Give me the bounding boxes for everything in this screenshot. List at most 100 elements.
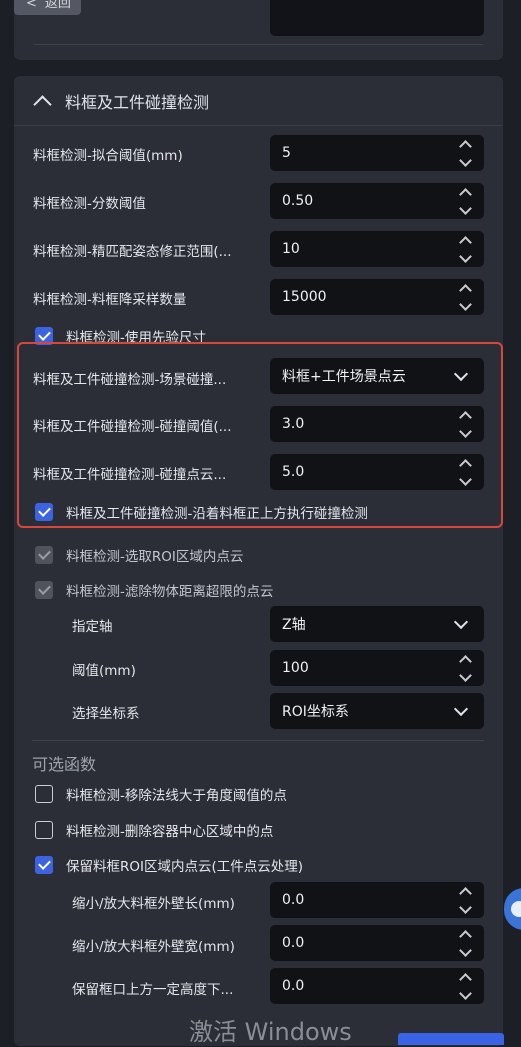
axis-select[interactable]: Z轴 — [270, 606, 484, 642]
chevron-up-icon[interactable] — [458, 410, 472, 424]
panel-header[interactable]: 料框及工件碰撞检测 — [32, 88, 209, 114]
shrink-length-label: 缩小/放大料框外壁长(mm) — [72, 896, 235, 912]
keep-roi-label: 保留料框ROI区域内点云(工件点云处理) — [66, 859, 304, 875]
threshold-input[interactable]: 100 — [270, 650, 484, 686]
chevron-down-icon[interactable] — [453, 701, 469, 717]
keep-height-label: 保留框口上方一定高度下... — [72, 982, 234, 998]
roi-points-checkbox[interactable]: 料框检测-选取ROI区域内点云 — [35, 545, 243, 565]
downsample-count-input[interactable]: 15000 — [270, 279, 484, 315]
coord-system-select[interactable]: ROI坐标系 — [270, 693, 484, 729]
chevron-down-icon[interactable] — [458, 201, 472, 215]
chevron-down-icon[interactable] — [458, 424, 472, 438]
confirm-button[interactable] — [398, 1033, 504, 1045]
chevron-down-icon[interactable] — [458, 943, 472, 957]
chevron-down-icon[interactable] — [458, 986, 472, 1000]
pose-correction-range-value: 10 — [282, 241, 300, 257]
coord-system-label: 选择坐标系 — [72, 706, 140, 722]
chevron-up-icon[interactable] — [458, 972, 472, 986]
stepper[interactable] — [454, 650, 476, 686]
chevron-up-icon[interactable] — [458, 187, 472, 201]
checkbox-checked-icon[interactable] — [35, 856, 53, 874]
floating-assistant-button[interactable] — [504, 888, 521, 930]
chevron-up-icon[interactable] — [33, 94, 52, 114]
scene-collision-select[interactable]: 料框+工件场景点云 — [270, 358, 484, 394]
assistant-icon — [511, 901, 521, 917]
fit-threshold-value: 5 — [282, 145, 291, 161]
stepper[interactable] — [454, 454, 476, 490]
remove-center-checkbox[interactable]: 料框检测-删除容器中心区域中的点 — [35, 820, 273, 840]
stepper[interactable] — [454, 882, 476, 918]
fit-threshold-input[interactable]: 5 — [270, 135, 484, 171]
chevron-down-icon[interactable] — [453, 366, 469, 382]
keep-height-input[interactable]: 0.0 — [270, 968, 484, 1004]
score-threshold-input[interactable]: 0.50 — [270, 183, 484, 219]
fit-threshold-label: 料框检测-拟合阈值(mm) — [33, 148, 183, 164]
shrink-length-value: 0.0 — [282, 892, 305, 908]
axis-label: 指定轴 — [72, 619, 113, 635]
chevron-up-icon[interactable] — [458, 886, 472, 900]
collision-threshold-input[interactable]: 3.0 — [270, 406, 484, 442]
chevron-down-icon[interactable] — [458, 153, 472, 167]
stepper[interactable] — [454, 968, 476, 1004]
shrink-width-input[interactable]: 0.0 — [270, 925, 484, 961]
collision-threshold-value: 3.0 — [282, 416, 305, 432]
stepper[interactable] — [454, 231, 476, 267]
coord-system-value: ROI坐标系 — [282, 704, 349, 720]
section-divider — [32, 740, 484, 741]
stepper[interactable] — [454, 135, 476, 171]
checkbox-checked-icon[interactable] — [35, 546, 53, 564]
threshold-value: 100 — [282, 660, 309, 676]
checkbox-checked-icon[interactable] — [35, 581, 53, 599]
filter-distance-checkbox[interactable]: 料框检测-滤除物体距离超限的点云 — [35, 580, 273, 600]
remove-normals-checkbox[interactable]: 料框检测-移除法线大于角度阈值的点 — [35, 784, 287, 804]
collision-pointcloud-value: 5.0 — [282, 464, 305, 480]
axis-value: Z轴 — [282, 617, 306, 633]
chevron-up-icon[interactable] — [458, 458, 472, 472]
chevron-up-icon[interactable] — [458, 929, 472, 943]
collision-pointcloud-input[interactable]: 5.0 — [270, 454, 484, 490]
chevron-up-icon[interactable] — [458, 235, 472, 249]
remove-normals-label: 料框检测-移除法线大于角度阈值的点 — [66, 788, 287, 804]
header-divider — [14, 125, 503, 126]
chevron-down-icon[interactable] — [458, 249, 472, 263]
keep-roi-checkbox[interactable]: 保留料框ROI区域内点云(工件点云处理) — [35, 855, 303, 875]
scene-collision-value: 料框+工件场景点云 — [282, 369, 406, 385]
filter-distance-label: 料框检测-滤除物体距离超限的点云 — [66, 584, 274, 600]
pose-correction-range-input[interactable]: 10 — [270, 231, 484, 267]
back-button[interactable]: < 返回 — [14, 0, 81, 15]
collision-pointcloud-label: 料框及工件碰撞检测-碰撞点云... — [33, 467, 227, 483]
shrink-length-input[interactable]: 0.0 — [270, 882, 484, 918]
collision-threshold-label: 料框及工件碰撞检测-碰撞阈值(... — [33, 419, 232, 435]
back-button-label: 返回 — [44, 0, 71, 11]
scene-collision-label: 料框及工件碰撞检测-场景碰撞... — [33, 372, 227, 388]
score-threshold-value: 0.50 — [282, 193, 314, 209]
chevron-down-icon[interactable] — [458, 472, 472, 486]
remove-center-label: 料框检测-删除容器中心区域中的点 — [66, 824, 274, 840]
chevron-down-icon[interactable] — [453, 614, 469, 630]
chevron-up-icon[interactable] — [458, 283, 472, 297]
threshold-label: 阈值(mm) — [72, 663, 136, 679]
windows-activation-watermark: 激活 Windows — [189, 1018, 352, 1046]
roi-points-label: 料框检测-选取ROI区域内点云 — [66, 549, 244, 565]
score-threshold-label: 料框检测-分数阈值 — [33, 196, 146, 212]
previous-field[interactable] — [270, 0, 484, 36]
above-collision-label: 料框及工件碰撞检测-沿着料框正上方执行碰撞检测 — [66, 506, 368, 522]
chevron-up-icon[interactable] — [458, 139, 472, 153]
checkbox-unchecked-icon[interactable] — [35, 821, 53, 839]
panel-title: 料框及工件碰撞检测 — [65, 93, 210, 112]
checkbox-unchecked-icon[interactable] — [35, 785, 53, 803]
chevron-down-icon[interactable] — [458, 668, 472, 682]
stepper[interactable] — [454, 279, 476, 315]
above-collision-checkbox[interactable]: 料框及工件碰撞检测-沿着料框正上方执行碰撞检测 — [35, 502, 368, 522]
downsample-count-label: 料框检测-料框降采样数量 — [33, 292, 187, 308]
chevron-down-icon[interactable] — [458, 900, 472, 914]
divider — [34, 44, 483, 45]
chevron-left-icon: < — [26, 0, 37, 11]
stepper[interactable] — [454, 925, 476, 961]
shrink-width-label: 缩小/放大料框外壁宽(mm) — [72, 939, 235, 955]
stepper[interactable] — [454, 406, 476, 442]
chevron-down-icon[interactable] — [458, 297, 472, 311]
checkbox-checked-icon[interactable] — [35, 503, 53, 521]
stepper[interactable] — [454, 183, 476, 219]
chevron-up-icon[interactable] — [458, 654, 472, 668]
